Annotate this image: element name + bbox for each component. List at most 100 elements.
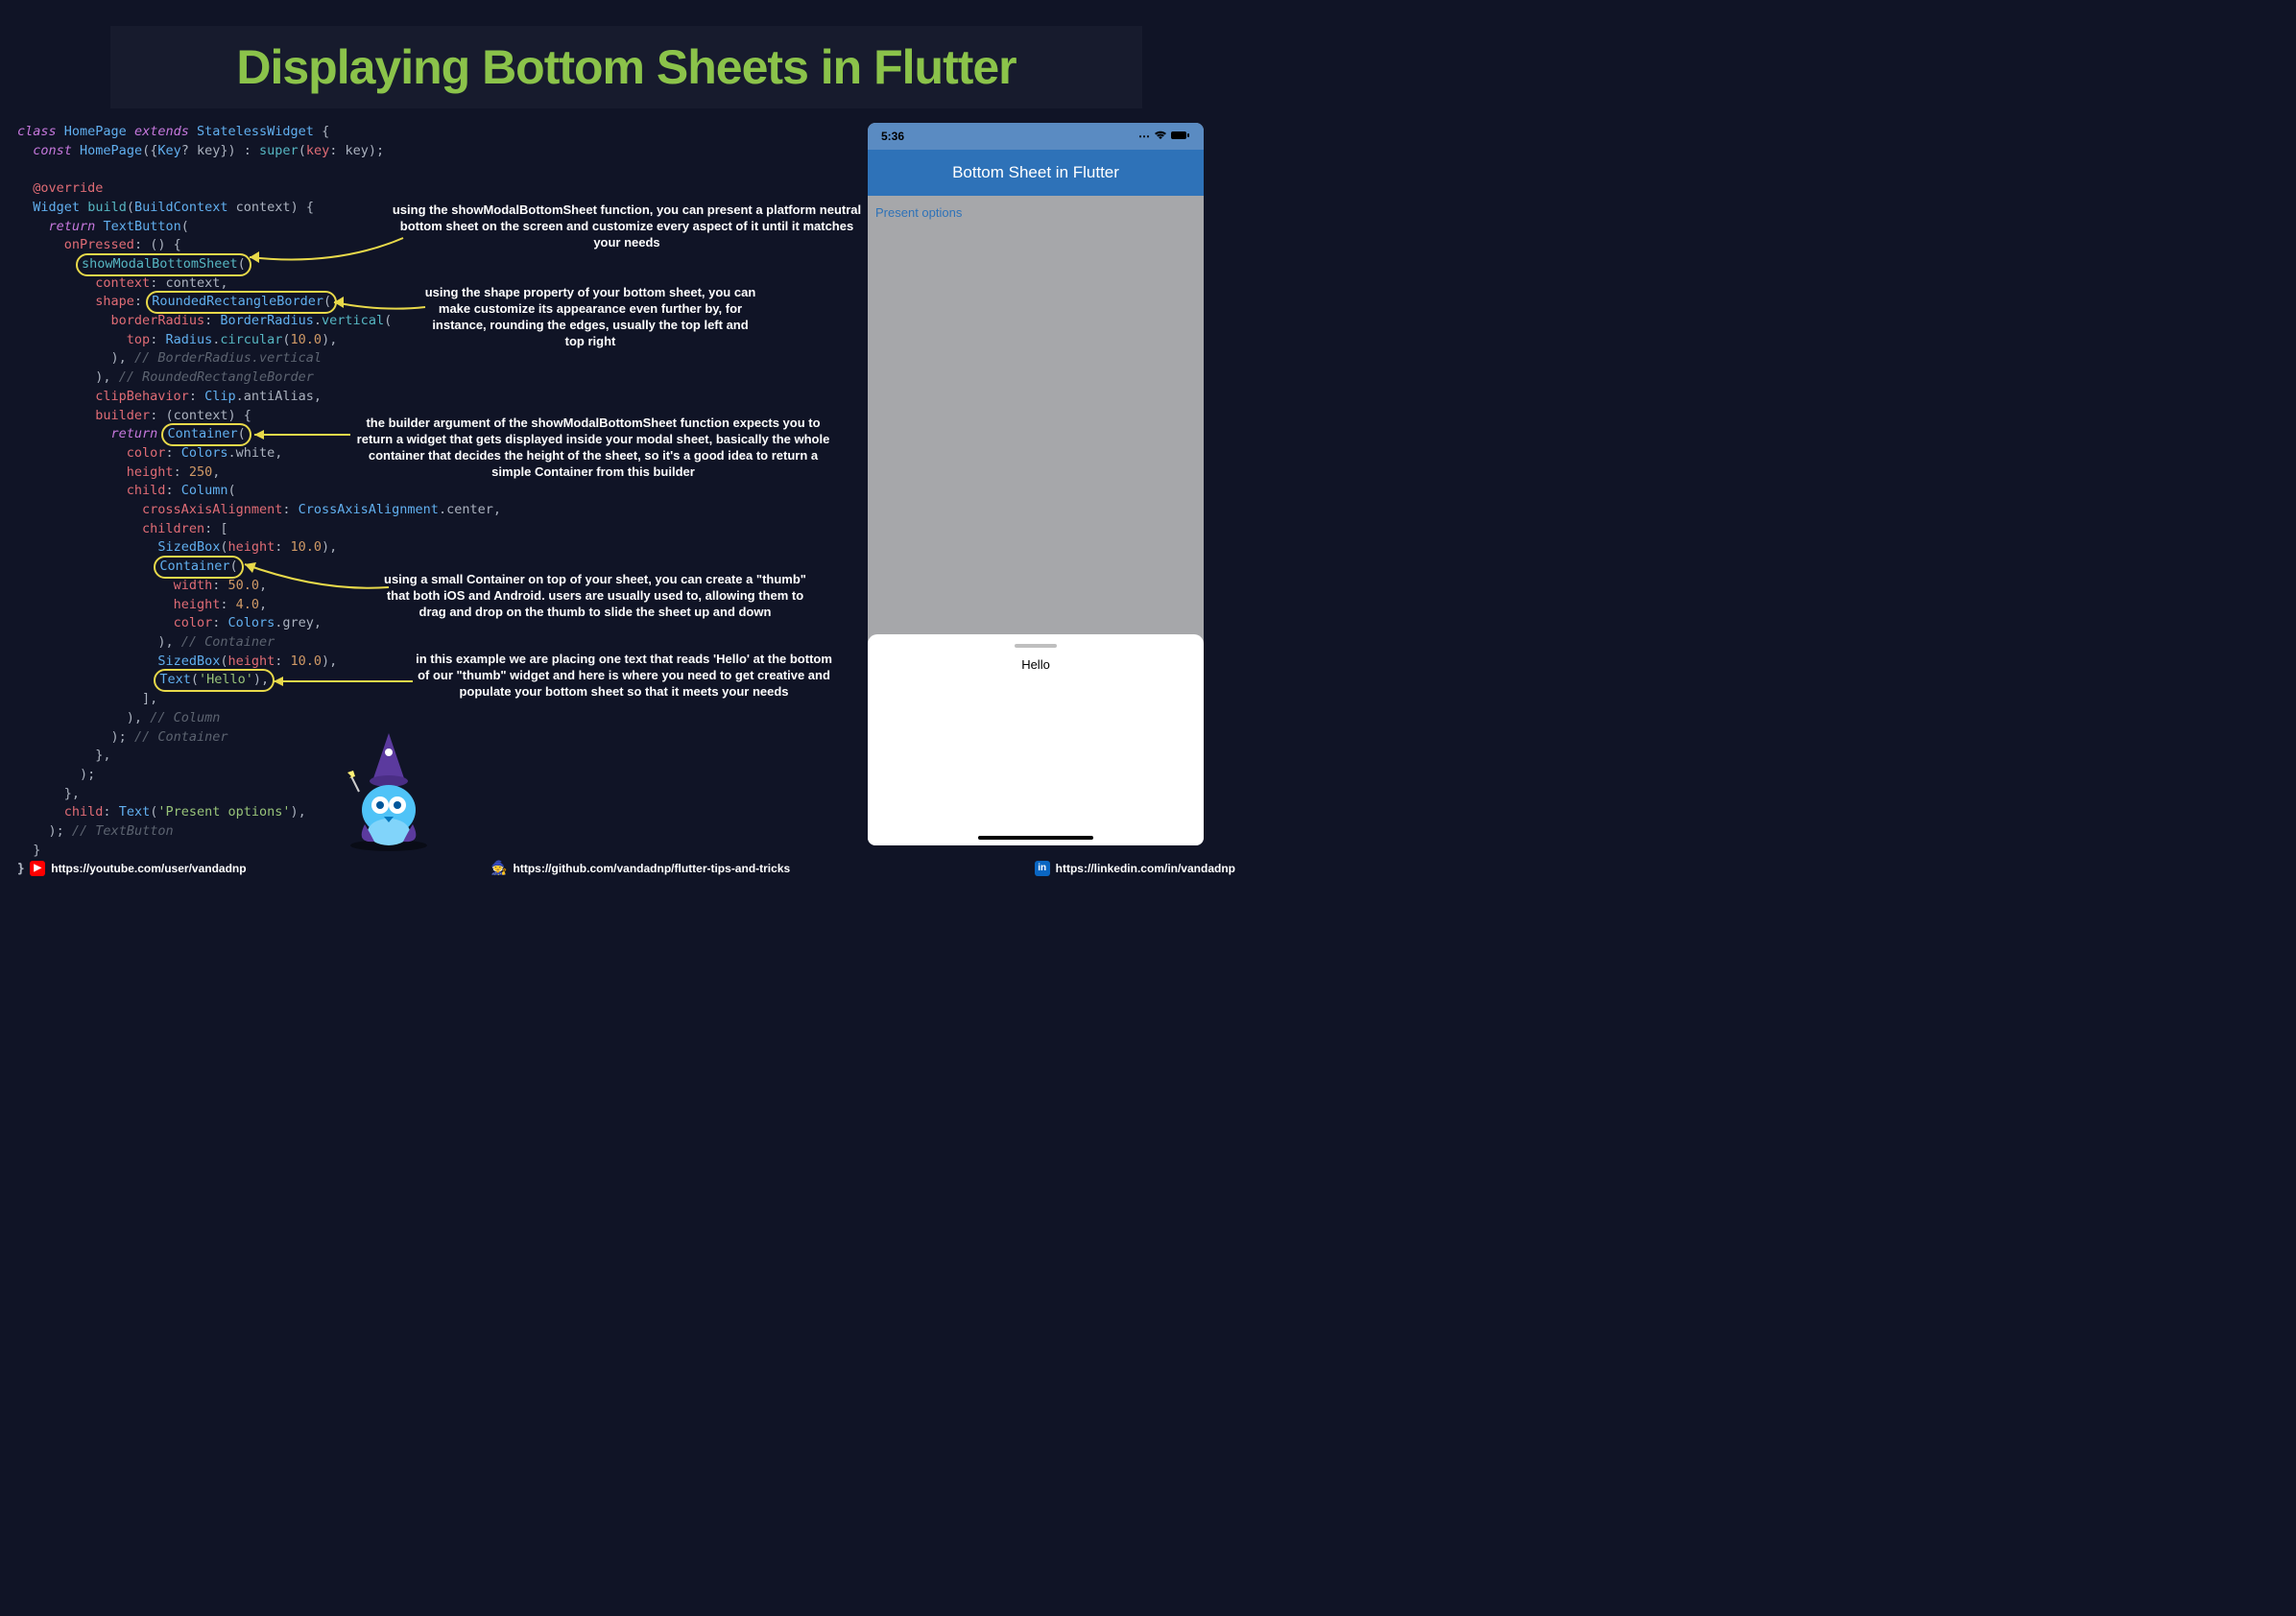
comment-textbutton: // TextButton: [72, 823, 174, 839]
str-hello: 'Hello': [199, 672, 253, 687]
annotation-5: in this example we are placing one text …: [413, 651, 835, 700]
val-grey: grey: [282, 615, 314, 630]
param-key: key: [197, 143, 220, 158]
annotation-1: using the showModalBottomSheet function,…: [392, 202, 862, 250]
num-10: 10.0: [291, 332, 323, 347]
param-height: height: [127, 464, 174, 480]
phone-statusbar: 5:36 ⋯: [868, 123, 1204, 150]
sheet-text: Hello: [1021, 657, 1050, 672]
param-caa: crossAxisAlignment: [142, 502, 282, 517]
param-color2: color: [174, 615, 213, 630]
page-title: Displaying Bottom Sheets in Flutter: [130, 39, 1123, 95]
bottom-sheet[interactable]: Hello: [868, 634, 1204, 845]
title-bar: Displaying Bottom Sheets in Flutter: [110, 26, 1142, 108]
type-clip: Clip: [204, 389, 236, 404]
param-context2: context: [95, 275, 150, 291]
type-textbutton: TextButton: [103, 219, 180, 234]
phone-appbar-title: Bottom Sheet in Flutter: [952, 163, 1119, 182]
num-10c: 10.0: [291, 654, 323, 669]
val-white: white: [236, 445, 275, 461]
type-borderradius: BorderRadius: [220, 313, 314, 328]
annotation-override: @override: [33, 180, 103, 196]
type-sizedbox2: SizedBox: [157, 654, 220, 669]
type-rrb: RoundedRectangleBorder: [152, 294, 323, 309]
annotation-2: using the shape property of your bottom …: [422, 284, 758, 349]
cellular-icon: ⋯: [1138, 130, 1150, 143]
type-container2: Container: [159, 558, 229, 574]
youtube-icon: ▶: [30, 861, 45, 876]
type-text2: Text: [119, 804, 151, 820]
linkedin-link: https://linkedin.com/in/vandadnp: [1056, 862, 1235, 875]
val-antialias: antiAlias: [244, 389, 314, 404]
param-onpressed: onPressed: [64, 237, 134, 252]
arg-context: context: [165, 275, 220, 291]
param-borderradius: borderRadius: [111, 313, 205, 328]
type-column: Column: [181, 483, 228, 498]
param-top: top: [127, 332, 150, 347]
footer-youtube[interactable]: } ▶ https://youtube.com/user/vandadnp: [17, 861, 247, 876]
param-child2: child: [64, 804, 104, 820]
mascot-image: [346, 728, 432, 853]
closure-context: context: [174, 408, 228, 423]
param-shape: shape: [95, 294, 134, 309]
param-builder: builder: [95, 408, 150, 423]
comment-container2: // Container: [134, 729, 228, 745]
fn-build: build: [87, 200, 127, 215]
param-width: width: [174, 578, 213, 593]
param-height4: height: [227, 654, 275, 669]
type-key: Key: [157, 143, 180, 158]
phone-appbar: Bottom Sheet in Flutter: [868, 150, 1204, 196]
phone-mockup: 5:36 ⋯ Bottom Sheet in Flutter Present o…: [868, 123, 1204, 845]
kw-extends: extends: [134, 124, 189, 139]
ctor-homepage: HomePage: [80, 143, 142, 158]
footer-github[interactable]: 🧙 https://github.com/vandadnp/flutter-ti…: [490, 860, 790, 876]
param-clip: clipBehavior: [95, 389, 189, 404]
fn-circular: circular: [220, 332, 282, 347]
annotation-3: the builder argument of the showModalBot…: [348, 415, 838, 480]
highlight-rrb: RoundedRectangleBorder(: [146, 291, 337, 314]
footer: } ▶ https://youtube.com/user/vandadnp 🧙 …: [17, 860, 1235, 876]
footer-linkedin[interactable]: in https://linkedin.com/in/vandadnp: [1035, 861, 1235, 876]
comment-rrb: // RoundedRectangleBorder: [119, 369, 314, 385]
num-50: 50.0: [227, 578, 259, 593]
param-context: context: [236, 200, 291, 215]
phone-time: 5:36: [881, 130, 904, 143]
present-options-button[interactable]: Present options: [875, 205, 962, 220]
type-homepage: HomePage: [64, 124, 127, 139]
type-colors2: Colors: [227, 615, 275, 630]
phone-body: Present options: [868, 196, 1204, 229]
num-4: 4.0: [236, 597, 259, 612]
comment-brv: // BorderRadius.vertical: [134, 350, 322, 366]
github-link: https://github.com/vandadnp/flutter-tips…: [514, 862, 791, 875]
kw-class: class: [17, 124, 57, 139]
sheet-thumb[interactable]: [1015, 644, 1057, 648]
phone-status-icons: ⋯: [1138, 130, 1190, 143]
param-color: color: [127, 445, 166, 461]
param-height3: height: [174, 597, 221, 612]
highlight-container1: Container(: [161, 423, 251, 446]
kw-return2: return: [111, 426, 158, 441]
kw-const: const: [33, 143, 72, 158]
type-widget: Widget: [33, 200, 80, 215]
wifi-icon: [1154, 130, 1167, 143]
type-sizedbox1: SizedBox: [157, 539, 220, 555]
param-children: children: [142, 521, 204, 536]
type-container1: Container: [167, 426, 237, 441]
type-caa: CrossAxisAlignment: [299, 502, 439, 517]
fn-showmodal: showModalBottomSheet: [82, 256, 238, 272]
param-child: child: [127, 483, 166, 498]
num-10b: 10.0: [291, 539, 323, 555]
battery-icon: [1171, 130, 1190, 143]
type-buildcontext: BuildContext: [134, 200, 228, 215]
num-250: 250: [189, 464, 212, 480]
github-icon: 🧙: [490, 860, 507, 876]
highlight-showmodal: showModalBottomSheet(: [76, 253, 251, 276]
type-text: Text: [159, 672, 191, 687]
type-radius: Radius: [165, 332, 212, 347]
youtube-link: https://youtube.com/user/vandadnp: [51, 862, 246, 875]
comment-container: // Container: [181, 634, 275, 650]
highlight-container2: Container(: [154, 556, 243, 579]
annotation-4: using a small Container on top of your s…: [384, 571, 806, 620]
home-indicator: [978, 836, 1093, 840]
linkedin-icon: in: [1035, 861, 1050, 876]
